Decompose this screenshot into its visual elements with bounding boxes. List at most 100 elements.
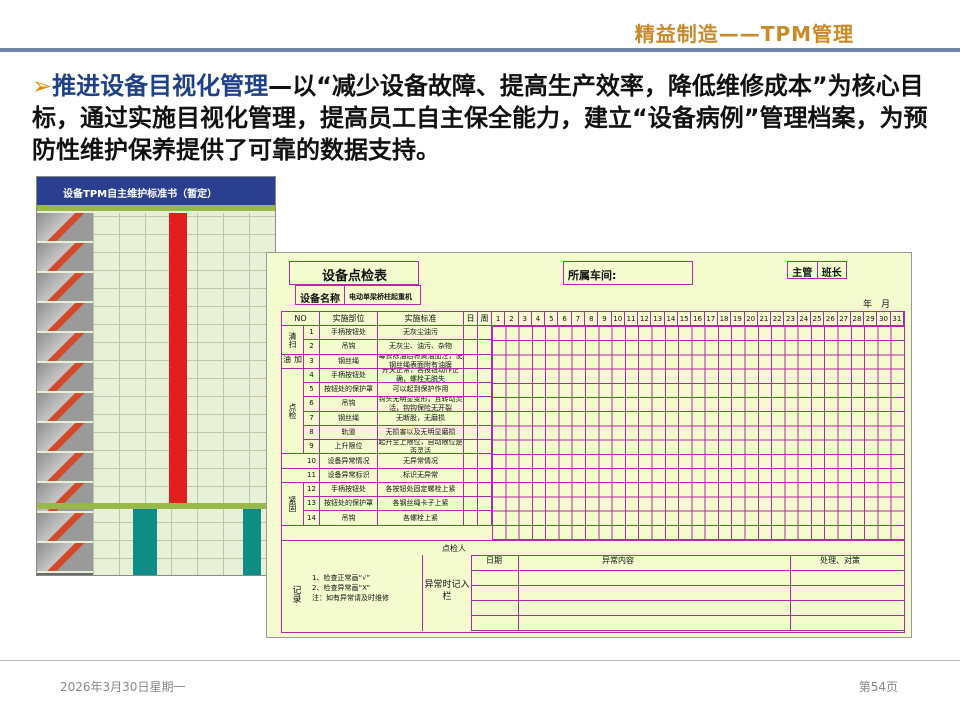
day-column-label: 27 [838,312,851,326]
day-grid [492,326,904,540]
row-part: 手柄按钮处 [320,482,378,497]
record-col-divider [790,555,791,631]
day-column-label: 19 [731,312,745,326]
day-column-label: 13 [651,312,665,326]
row-part: 吊钩 [320,340,378,354]
device-name-box: 设备名称 电动单梁桥柱起重机 [295,285,421,305]
row-no: 7 [304,411,320,425]
row-part: 吊钩 [320,511,378,525]
row-part: 吊钩 [320,397,378,411]
inspection-row: 9 上升限位 起升至上限位，自动限位是否灵活 [282,440,492,455]
row-part: 设备异常标识 [320,468,378,482]
body-highlight: 推进设备目视化管理 [52,72,269,100]
equipment-photo [37,303,93,333]
equipment-photo [37,273,93,303]
header-divider [0,48,960,52]
footer-divider [0,660,960,661]
col-standard: 实施标准 [378,312,464,326]
inspection-row: 2 吊钩 无灰尘、油污、杂物 [282,340,492,355]
row-no: 4 [304,368,320,383]
inspection-grid: NO 实施部位 实施标准 日 周 1 2 3 4 5 6 7 8 9 10 11 12 13 14 15 16… [281,311,905,541]
row-cycle-marker [478,425,492,440]
row-no: 5 [304,383,320,397]
day-column-label: 2 [505,312,519,326]
day-column-label: 22 [771,312,785,326]
row-no: 3 [304,354,320,368]
row-day-marker [464,454,478,468]
day-column-label: 31 [891,312,904,326]
tpm-red-column [169,213,187,503]
inspection-row: 8 轨道 无损害以及无明显磨损 [282,425,492,441]
body-paragraph: ➢推进设备目视化管理—以“减少设备故障、提高生产效率，降低维修成本”为核心目标，… [32,70,932,166]
tpm-standard-sheet: 设备TPM自主维护标准书（暂定） [36,176,276,576]
row-day-marker [464,368,478,383]
row-std: 各按钮处固定螺栓上紧 [378,482,464,497]
day-column-label: 7 [572,312,586,326]
row-no: 13 [304,497,320,511]
device-name-value: 电动单梁桥柱起重机 [344,286,416,304]
inspection-row: 12 手柄按钮处 各按钮处固定螺栓上紧 [282,482,492,498]
record-section: 点检人 记录 1、检查正常画“√” 2、检查异常画“X” 注：如有异常请及时维修… [281,541,905,633]
tpm-photo-column [37,213,93,575]
row-cycle-marker [478,482,492,497]
record-notes: 1、检查正常画“√” 2、检查异常画“X” 注：如有异常请及时维修 [312,573,389,603]
day-column-label: 15 [678,312,692,326]
day-column-label: 5 [545,312,559,326]
inspection-row: 11 设备异常标识 标识无异常 [282,468,492,483]
row-part: 上升限位 [320,440,378,454]
day-column-label: 12 [638,312,652,326]
equipment-photo [37,543,93,573]
row-day-marker [464,383,478,397]
day-column-label: 21 [758,312,772,326]
inspection-rows: 1 手柄按钮处 无灰尘油污 2 吊钩 无灰尘、油污、杂物 3 钢丝绳 每去除油后将黄油加注，使钢… [282,326,492,540]
row-std: 无断股，无磨损 [378,411,464,425]
record-col-content: 异常内容 [602,556,634,565]
row-cycle-marker [478,468,492,482]
bullet-icon: ➢ [32,72,53,100]
day-column-label: 20 [745,312,758,326]
day-column-label: 28 [851,312,865,326]
row-day-marker [464,497,478,511]
record-col-action: 处理、对策 [820,556,860,565]
inspection-row: 1 手柄按钮处 无灰尘油污 [282,326,492,341]
row-no: 1 [304,326,320,340]
row-cycle-marker [478,368,492,383]
day-column-label: 25 [811,312,825,326]
day-column-label: 24 [798,312,811,326]
approval-box: 主管 班长 [787,261,847,279]
day-column-label: 26 [824,312,838,326]
equipment-photo [37,363,93,393]
row-day-marker [464,354,478,368]
day-column-label: 6 [558,312,572,326]
day-column-label: 4 [532,312,546,326]
day-column-label: 11 [625,312,639,326]
row-part: 设备异常情况 [320,454,378,468]
inspection-title: 设备点检表 [289,261,419,285]
record-label: 记录 [290,585,301,603]
equipment-photo [37,393,93,423]
row-day-marker [464,326,478,340]
category-label: 点检 [282,368,304,455]
note-line: 注：如有异常请及时维修 [312,594,389,602]
col-cycle: 周 [478,312,492,326]
equipment-photo [37,243,93,273]
row-day-marker [464,440,478,454]
day-column-label: 16 [691,312,705,326]
row-std: 开关正常，各按钮动作正确，螺栓无脱失 [378,368,464,383]
row-day-marker [464,397,478,411]
row-std: 无异常情况 [378,454,464,468]
row-cycle-marker [478,354,492,368]
day-column-label: 1 [492,312,506,326]
inspection-row: 14 吊钩 各螺栓上紧 [282,511,492,526]
row-day-marker [464,511,478,525]
row-day-marker [464,425,478,440]
workshop-label: 所属车间: [563,261,693,285]
row-std: 标识无异常 [378,468,464,482]
row-part: 按钮处的保护罩 [320,383,378,397]
row-no: 8 [304,425,320,440]
tpm-sheet-body [37,213,275,575]
category-label: 紧固 [282,482,304,526]
row-cycle-marker [478,454,492,468]
row-day-marker [464,411,478,425]
row-std: 各钢丝绳卡子上紧 [378,497,464,511]
